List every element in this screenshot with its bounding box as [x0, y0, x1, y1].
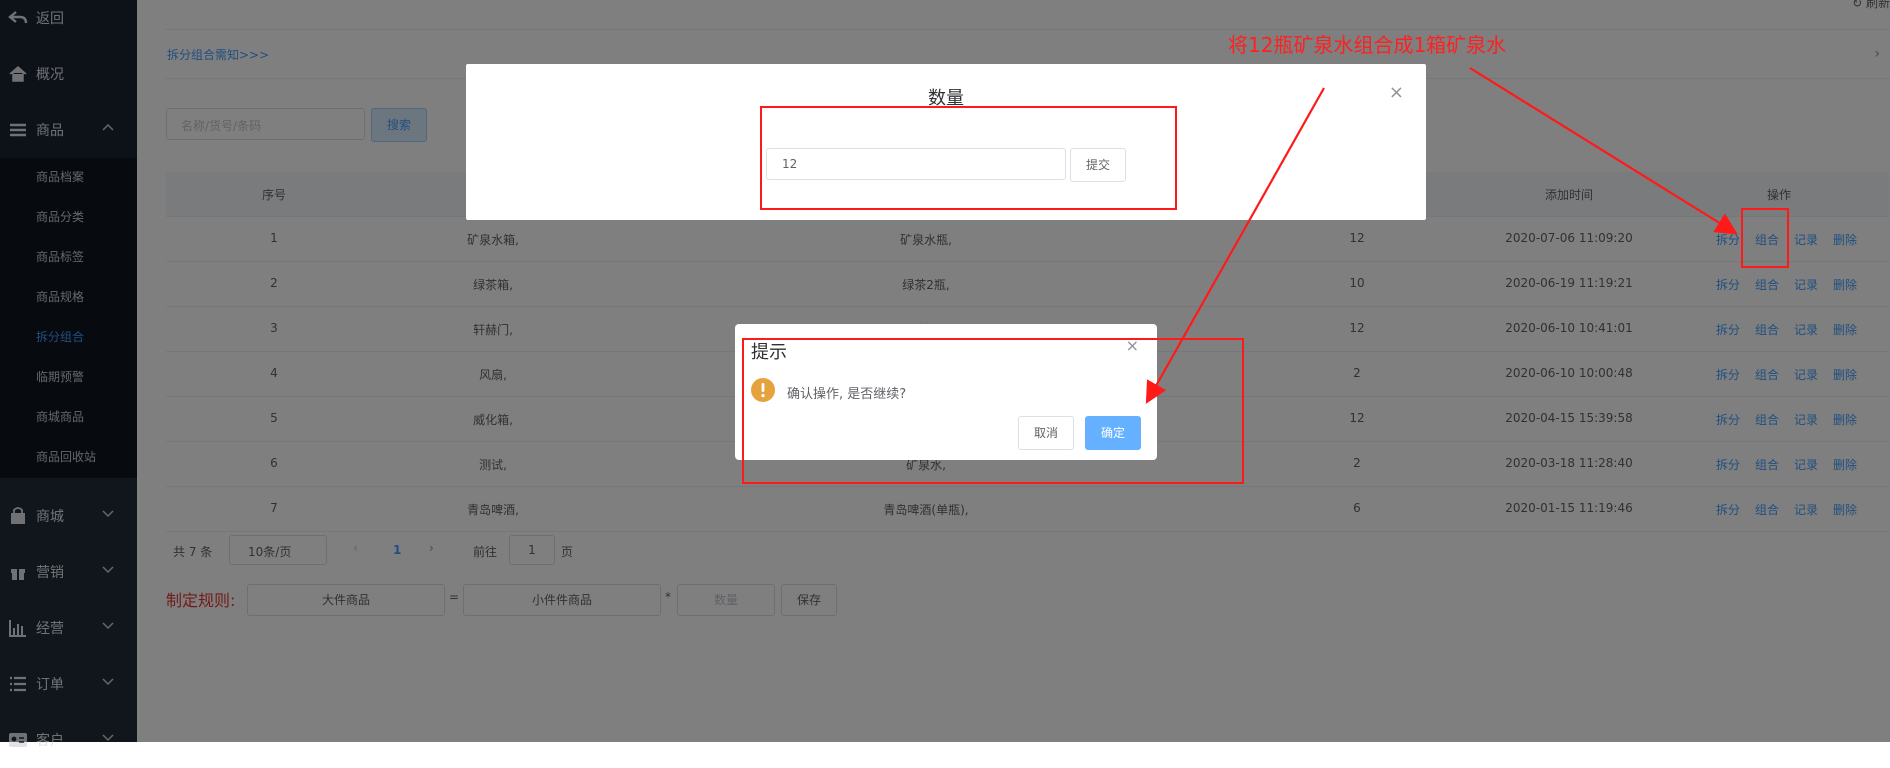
arrow-to-combine: [1469, 67, 1738, 235]
arrow-to-confirm: [1145, 87, 1325, 404]
annotation-arrows: [1145, 67, 1738, 404]
